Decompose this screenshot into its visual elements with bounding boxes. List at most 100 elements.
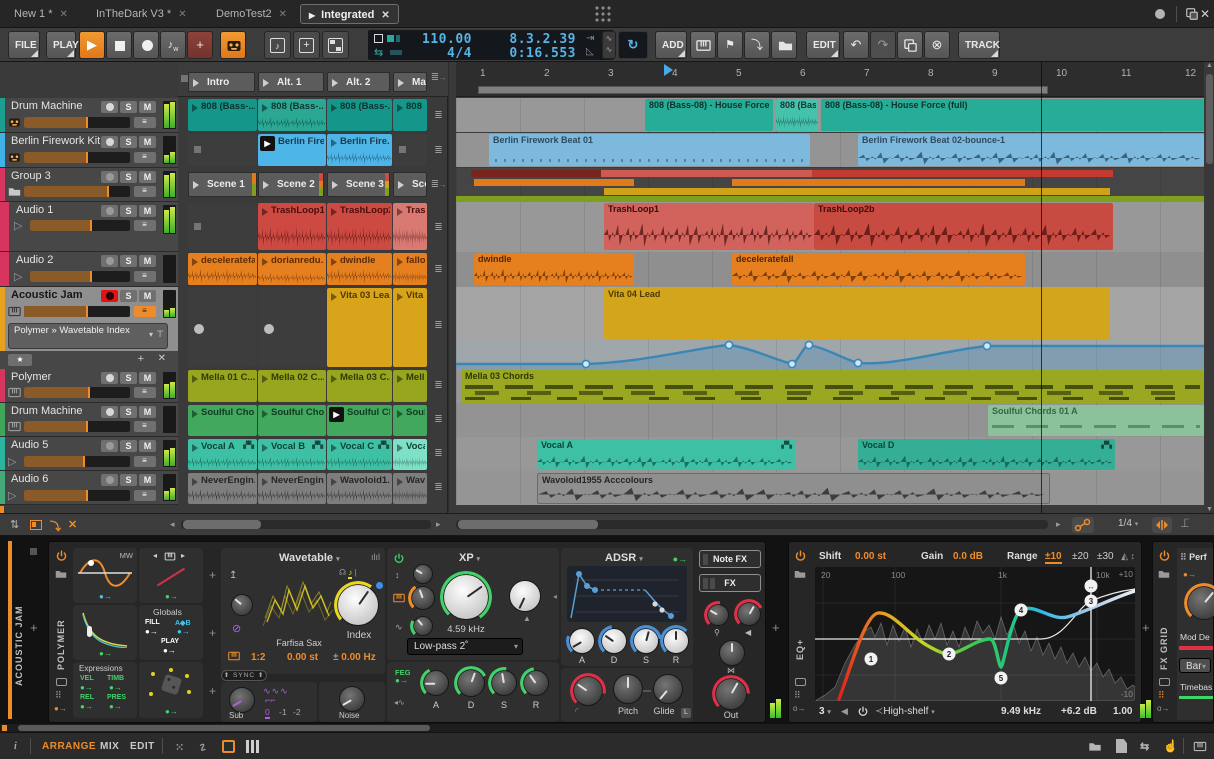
sub-octave-1[interactable]: -1 <box>279 707 287 717</box>
time-signature[interactable]: 4/4 <box>408 46 472 61</box>
sub-osc-section[interactable]: Sub ∿∿∿ ⌐⌐ 0 -1 -2 <box>221 682 317 722</box>
track-menu-button[interactable]: ≡ <box>134 186 156 197</box>
env-amount-knob[interactable] <box>413 616 433 636</box>
dual-panel-toggle-active[interactable] <box>222 740 235 753</box>
project-tab[interactable]: DemoTest2 ✕ <box>216 4 287 24</box>
arranger-clip[interactable]: Vita 04 Lead <box>604 288 1110 339</box>
device-name[interactable]: EQ+ <box>795 608 805 660</box>
filter-cutoff-knob[interactable] <box>443 574 489 620</box>
track-name[interactable]: Audio 5 <box>11 439 48 451</box>
track-menu-button[interactable]: ≡ <box>134 220 156 231</box>
track-menu-button[interactable]: ≡ <box>134 271 156 282</box>
volume-fader[interactable] <box>24 490 130 501</box>
launcher-clip[interactable]: Mella 01 C... <box>188 370 257 402</box>
io-panel-icon[interactable]: ⇆ <box>1140 740 1150 753</box>
launcher-clip[interactable]: Soulful Cho... <box>188 405 257 436</box>
solo-button[interactable]: S <box>120 205 137 217</box>
stop-track-clips-icon[interactable]: ≣ <box>430 110 447 121</box>
play-button[interactable]: ▶ <box>79 31 105 59</box>
arranger-clip[interactable]: Berlin Firework Beat 02-bounce-1 <box>858 134 1204 166</box>
sub-octave-0[interactable]: 0 <box>265 707 270 719</box>
record-arm-button-armed[interactable] <box>101 290 118 302</box>
mute-button[interactable]: M <box>139 101 156 113</box>
decay-knob[interactable] <box>457 669 485 697</box>
noise-section[interactable]: Noise <box>319 682 385 722</box>
record-clip-slot[interactable] <box>188 288 257 367</box>
track-header[interactable]: Drum Machine SM ≡ <box>0 403 178 437</box>
mod-out-icon[interactable]: ●→ <box>99 592 112 601</box>
undo-button[interactable]: ↶ <box>843 31 869 59</box>
index-mode-icons[interactable]: ☊ ♪ | <box>339 568 357 579</box>
volume-fader[interactable] <box>30 271 130 282</box>
remote-controls-icon[interactable] <box>56 678 67 686</box>
empty-clip-slot[interactable] <box>393 134 427 166</box>
automation-curve[interactable] <box>456 340 1204 369</box>
track-header[interactable]: Berlin Firework Kit SM ≡ <box>0 133 178 168</box>
restore-window-icon[interactable] <box>1185 7 1199 21</box>
mapping-grid-icon[interactable]: ⠿ <box>794 690 802 701</box>
mod-out-icon[interactable]: ●→ <box>165 707 178 716</box>
launcher-automation-write-button[interactable]: ♪ <box>264 31 291 59</box>
mute-button[interactable]: M <box>139 406 156 418</box>
stop-all-scenes-icon[interactable]: ≣→ <box>430 72 447 83</box>
solo-button[interactable]: S <box>120 290 137 302</box>
track-header[interactable]: Polymer SM ≡ <box>0 369 178 403</box>
launcher-clip[interactable]: Vita 03 Lead <box>327 288 392 367</box>
add-device-button[interactable]: + <box>1142 620 1150 635</box>
project-tab[interactable]: InTheDark V3 * ✕ <box>96 4 187 24</box>
mix-view-button[interactable]: MIX <box>100 741 119 752</box>
solo-button[interactable]: S <box>120 406 137 418</box>
clip-crossfade-button[interactable] <box>322 31 349 59</box>
bar-select[interactable]: Bar <box>1179 658 1211 673</box>
add-effect-track-button[interactable]: ⤵ <box>744 31 770 59</box>
env-type-selector[interactable]: ADSR ▾ <box>605 552 643 564</box>
volume-fader[interactable] <box>24 306 130 317</box>
device-hscrollbar[interactable] <box>0 724 1214 732</box>
expand-modulator-icon[interactable]: + <box>209 684 216 698</box>
scene-header[interactable]: Main <box>393 72 427 92</box>
track-name[interactable]: Drum Machine <box>11 100 83 112</box>
launcher-clip[interactable]: Vocal A ▞▚ <box>188 439 257 470</box>
sub-wave-icons2[interactable]: ⌐⌐ <box>265 695 276 705</box>
range-30[interactable]: ±30 <box>1097 551 1114 562</box>
solo-button[interactable]: S <box>120 101 137 113</box>
keytrack-vol-knob[interactable] <box>707 604 729 626</box>
tempo-value[interactable]: 110.00 <box>408 32 472 47</box>
project-tab[interactable]: New 1 * ✕ <box>14 4 68 24</box>
edit-menu-button[interactable]: EDIT <box>806 31 840 59</box>
mute-button[interactable]: M <box>139 255 156 267</box>
launcher-clip[interactable]: deceleratefall <box>188 253 257 285</box>
play-menu-button[interactable]: PLAY <box>46 31 79 59</box>
song-position[interactable]: 8.3.2.39 <box>486 32 576 47</box>
fx-button[interactable]: FX <box>699 574 761 592</box>
volume-fader[interactable] <box>24 387 130 398</box>
track-name[interactable]: Acoustic Jam <box>11 289 83 301</box>
band-type-select[interactable]: ≺High-shelf ▾ <box>875 706 935 717</box>
group-scene-clip[interactable]: Scene 1 <box>188 172 257 197</box>
mute-button[interactable]: M <box>139 372 156 384</box>
close-tab-icon[interactable]: ✕ <box>178 9 186 20</box>
solo-button[interactable]: S <box>120 255 137 267</box>
sustain-knob[interactable] <box>491 670 517 696</box>
env-graph[interactable] <box>567 566 687 622</box>
modulator-lfo[interactable]: MW ●→ <box>73 548 137 603</box>
launcher-clip[interactable]: Berlin Fire... <box>327 134 392 166</box>
loop-range-bar[interactable] <box>478 86 1048 94</box>
fxgrid-header[interactable]: ⠿ Perf <box>1180 552 1207 563</box>
empty-clip-slot[interactable] <box>188 203 257 250</box>
sub-octave-2[interactable]: -2 <box>293 707 301 717</box>
shuffle-icon[interactable]: ⇆ <box>374 46 383 59</box>
launcher-clip[interactable]: NeverEngin... <box>258 473 326 504</box>
scrollbar-thumb[interactable] <box>18 725 430 731</box>
launcher-clip[interactable]: Wavoloid1... <box>327 473 392 504</box>
modulator-keytrack[interactable]: ◂ ▸ ●→ <box>139 548 203 603</box>
release-knob[interactable] <box>523 670 549 696</box>
record-arm-button[interactable] <box>101 101 118 113</box>
group-scene-clip[interactable]: Scene 3 <box>327 172 390 197</box>
track-name[interactable]: Audio 2 <box>16 254 53 266</box>
arranger-clip[interactable]: TrashLoop1 <box>604 203 814 250</box>
arranger-clip[interactable]: 808 (Bass-08) - House Force (full) <box>821 99 1204 131</box>
add-instrument-track-button[interactable] <box>690 31 716 59</box>
track-header-group[interactable]: Group 3 SM ≡ <box>0 168 178 202</box>
scroll-right-icon[interactable]: ▸ <box>436 519 441 530</box>
